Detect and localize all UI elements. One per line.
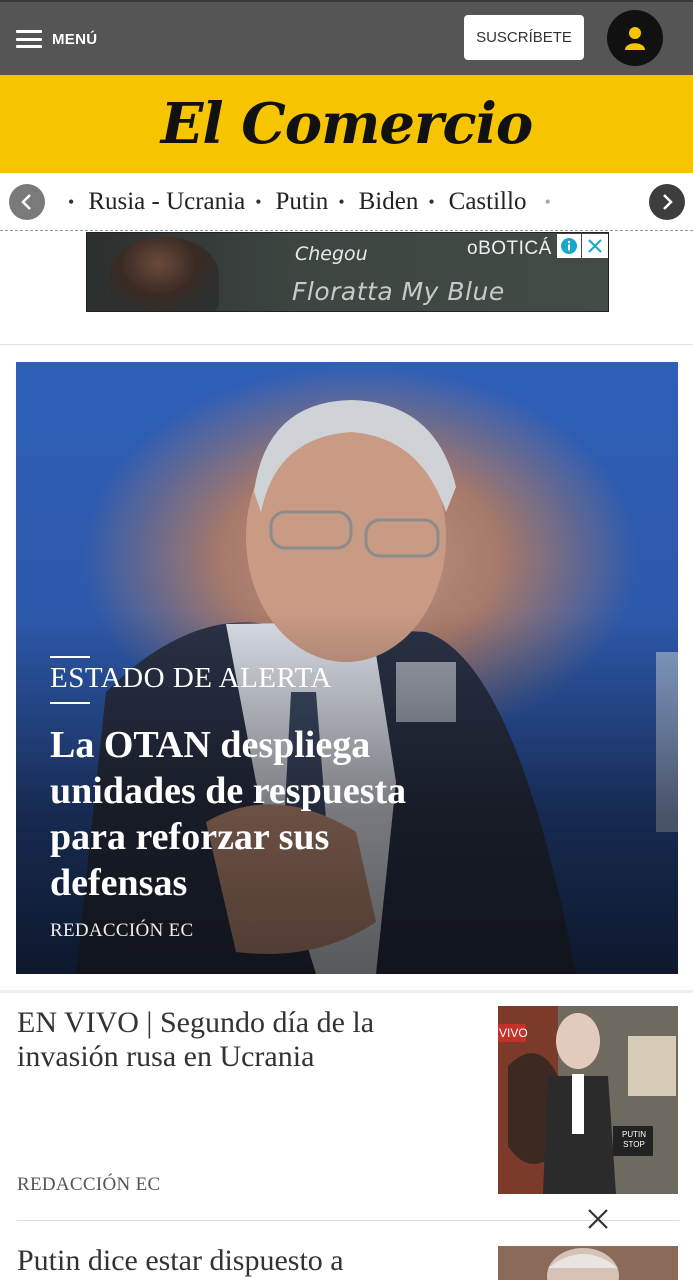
thumbnail-label-sign: PUTIN STOP: [622, 1130, 646, 1149]
hamburger-icon: [16, 30, 42, 48]
site-logo[interactable]: El Comercio: [161, 91, 533, 157]
hero-headline[interactable]: La OTAN despliega unidades de respuesta …: [50, 722, 470, 906]
topic-list: • Rusia - Ucrania • Putin • Biden • Castillo…: [64, 173, 565, 230]
thumbnail-image: [498, 1246, 678, 1280]
bullet-icon: •: [338, 191, 345, 212]
chevron-left-icon: [21, 194, 31, 210]
topic-item-rusia-ucrania[interactable]: • Rusia - Ucrania: [64, 188, 251, 216]
logo-band: El Comercio: [0, 75, 693, 173]
hero-story[interactable]: ESTADO DE ALERTA La OTAN despliega unida…: [16, 362, 678, 974]
subscribe-button[interactable]: SUSCRÍBETE: [464, 15, 584, 60]
bullet-icon: •: [428, 191, 435, 212]
story-headline[interactable]: Putin dice estar dispuesto a: [17, 1244, 437, 1278]
divider: [0, 990, 693, 993]
story-author: REDACCIÓN EC: [17, 1174, 161, 1195]
bullet-icon: •: [68, 191, 75, 212]
story-thumbnail[interactable]: [498, 1246, 678, 1280]
topic-item-biden[interactable]: • Biden: [334, 188, 424, 216]
kicker-rule-bottom: [50, 702, 90, 704]
kicker-rule-top: [50, 656, 90, 658]
story-card[interactable]: EN VIVO | Segundo día de la invasión rus…: [0, 1004, 693, 1204]
divider: [17, 1220, 679, 1221]
menu-button[interactable]: MENÚ: [16, 26, 97, 52]
topics-next-button[interactable]: [649, 184, 685, 220]
ad-headline: Chegou: [295, 243, 368, 265]
ad-product: Floratta My Blue: [292, 277, 505, 306]
close-icon: [588, 239, 602, 253]
topics-prev-button[interactable]: [9, 184, 45, 220]
menu-label: MENÚ: [52, 30, 98, 48]
top-bar: MENÚ SUSCRÍBETE: [0, 0, 693, 75]
ad-info-button[interactable]: [557, 234, 581, 258]
topic-nav: • Rusia - Ucrania • Putin • Biden • Castillo…: [0, 173, 693, 231]
ad-model-image: [109, 237, 219, 311]
ad-close-button[interactable]: [582, 234, 608, 258]
ad-banner[interactable]: Chegou Floratta My Blue oBOTICÁ: [86, 232, 609, 312]
ad-brand: oBOTICÁ: [467, 238, 552, 259]
divider: [0, 344, 693, 345]
story-card[interactable]: Putin dice estar dispuesto a: [0, 1242, 693, 1280]
story-headline[interactable]: EN VIVO | Segundo día de la invasión rus…: [17, 1006, 437, 1074]
close-icon: [588, 1209, 608, 1229]
hero-kicker[interactable]: ESTADO DE ALERTA: [50, 662, 332, 695]
user-account-button[interactable]: [607, 10, 663, 66]
bullet-icon: •: [544, 191, 551, 212]
topic-item-putin[interactable]: • Putin: [251, 188, 334, 216]
story-thumbnail[interactable]: VIVO PUTIN STOP: [498, 1006, 678, 1194]
bullet-icon: •: [255, 191, 262, 212]
info-icon: [561, 238, 577, 254]
topic-item-castillo[interactable]: • Castillo •: [424, 188, 564, 216]
thumbnail-label-vivo: VIVO: [499, 1026, 528, 1040]
floating-close-button[interactable]: [584, 1205, 612, 1233]
user-icon: [625, 27, 645, 50]
chevron-right-icon: [663, 194, 673, 210]
hero-author: REDACCIÓN EC: [50, 920, 194, 941]
